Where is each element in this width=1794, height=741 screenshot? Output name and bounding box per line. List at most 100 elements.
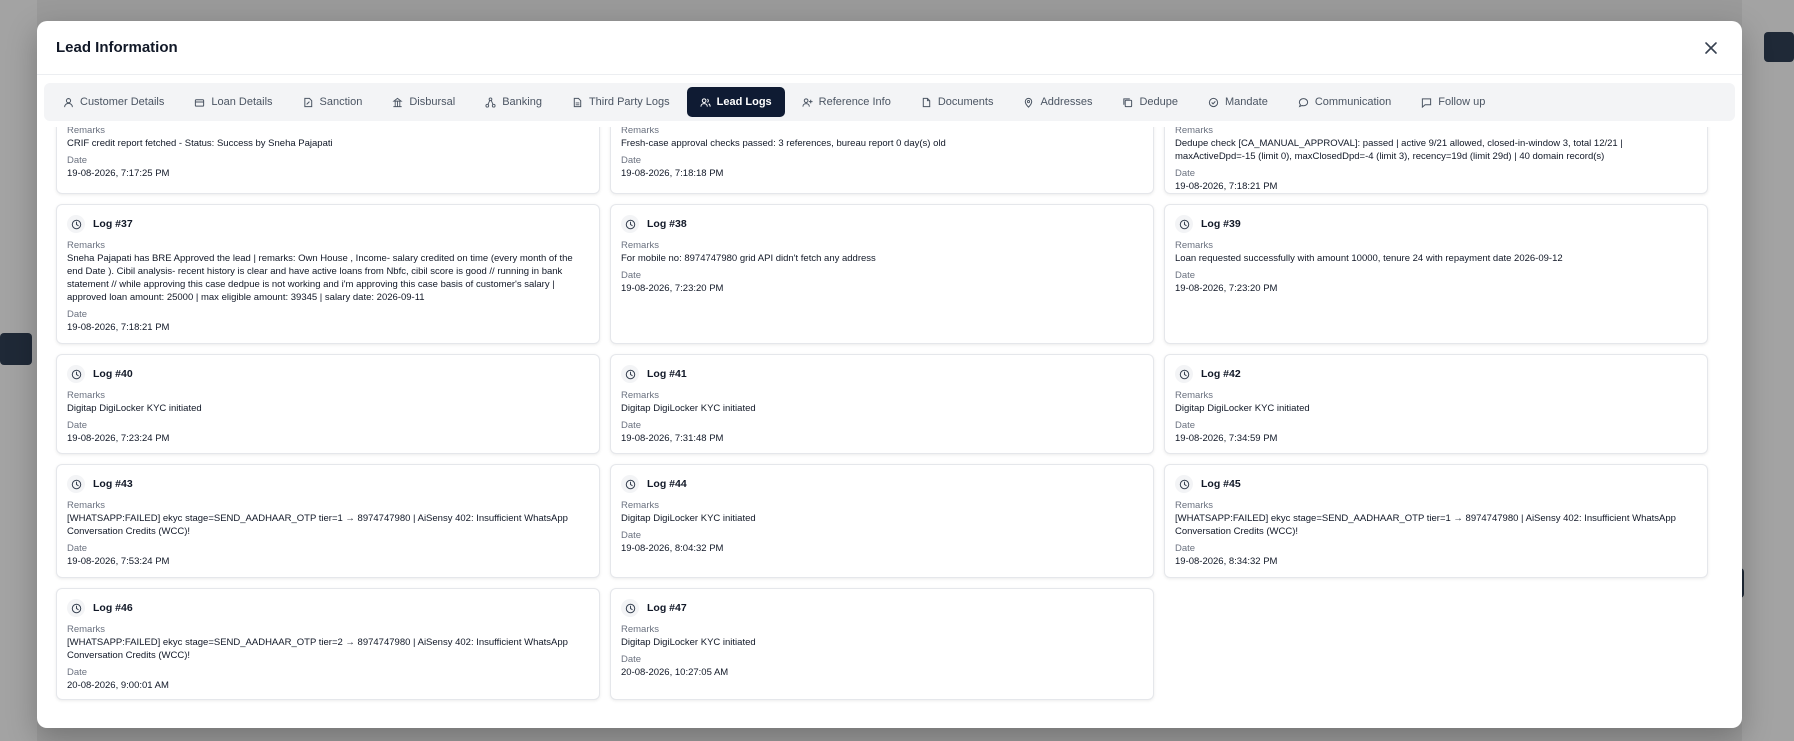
clock-badge: [621, 475, 639, 493]
tab-disbursal[interactable]: Disbursal: [379, 87, 468, 117]
log-header: Log #37: [67, 215, 589, 233]
tab-reference-info[interactable]: Reference Info: [789, 87, 904, 117]
backdrop-right: [1742, 0, 1794, 741]
copy-icon: [1123, 97, 1133, 107]
bank-card-icon: [195, 98, 205, 107]
log-card: Log #45 Remarks [WHATSAPP:FAILED] ekyc sta…: [1164, 464, 1708, 578]
clock-badge: [1175, 475, 1193, 493]
date-value: 19-08-2026, 7:23:20 PM: [621, 283, 724, 294]
log-card: Log #39 Remarks Loan requested successfull…: [1164, 204, 1708, 344]
log-card: Log #42 Remarks Digitap DigiLocker KYC ini…: [1164, 354, 1708, 454]
tab-customer-details[interactable]: Customer Details: [50, 87, 177, 117]
date-label: Date: [67, 543, 88, 554]
clock-badge: [67, 215, 85, 233]
remarks-label: Remarks: [67, 240, 106, 251]
backdrop-dark-button: [0, 333, 32, 365]
tab-label: Loan Details: [211, 96, 273, 108]
log-card: Log #40 Remarks Digitap DigiLocker KYC ini…: [56, 354, 600, 454]
clock-icon: [625, 219, 635, 229]
tab-third-party-logs[interactable]: Third Party Logs: [559, 87, 683, 117]
tab-lead-logs[interactable]: Lead Logs: [686, 87, 785, 117]
clock-icon: [71, 369, 81, 379]
log-title: Log #39: [1201, 218, 1241, 230]
log-title: Log #46: [93, 602, 133, 614]
date-label: Date: [67, 309, 88, 320]
clock-badge: [621, 599, 639, 617]
date-value: 19-08-2026, 7:18:21 PM: [67, 322, 170, 333]
remarks-label: Remarks: [621, 240, 660, 251]
log-card: Log #47 Remarks Digitap DigiLocker KYC ini…: [610, 588, 1154, 700]
log-card: Remarks CRIF credit report fetched - Stat…: [56, 127, 600, 194]
remarks-label: Remarks: [67, 127, 106, 136]
log-header: Log #47: [621, 599, 1143, 617]
tab-dedupe[interactable]: Dedupe: [1109, 87, 1191, 117]
date-value: 19-08-2026, 7:53:24 PM: [67, 556, 170, 567]
tab-documents[interactable]: Documents: [908, 87, 1007, 117]
log-header: Log #40: [67, 365, 589, 383]
date-label: Date: [1175, 420, 1196, 431]
tab-addresses[interactable]: Addresses: [1010, 87, 1105, 117]
clock-icon: [71, 219, 81, 229]
clock-icon: [625, 369, 635, 379]
log-grid: Remarks CRIF credit report fetched - Stat…: [56, 127, 1708, 700]
date-label: Date: [621, 654, 642, 665]
remarks-label: Remarks: [67, 624, 106, 635]
clock-icon: [71, 479, 81, 489]
date-label: Date: [1175, 543, 1196, 554]
tab-follow-up[interactable]: Follow up: [1408, 87, 1498, 117]
log-title: Log #42: [1201, 368, 1241, 380]
date-value: 19-08-2026, 7:18:21 PM: [1175, 181, 1278, 192]
date-label: Date: [67, 667, 88, 678]
lead-logs-panel[interactable]: Remarks CRIF credit report fetched - Stat…: [37, 127, 1742, 728]
date-value: 19-08-2026, 7:23:20 PM: [1175, 283, 1278, 294]
remarks-value: [WHATSAPP:FAILED] ekyc stage=SEND_AADHAA…: [1175, 513, 1676, 537]
close-icon: [1705, 41, 1717, 54]
remarks-value: For mobile no: 8974747980 grid API didn'…: [621, 253, 876, 264]
clock-icon: [1179, 219, 1189, 229]
log-header: Log #41: [621, 365, 1143, 383]
log-header: Log #45: [1175, 475, 1697, 493]
user-plus-icon: [802, 97, 813, 107]
clock-icon: [1179, 479, 1189, 489]
date-label: Date: [621, 155, 642, 166]
tab-sanction[interactable]: Sanction: [290, 87, 376, 117]
tab-communication[interactable]: Communication: [1285, 87, 1404, 117]
log-title: Log #40: [93, 368, 133, 380]
tab-mandate[interactable]: Mandate: [1195, 87, 1281, 117]
close-button[interactable]: [1699, 36, 1723, 60]
log-header: Log #44: [621, 475, 1143, 493]
date-value: 20-08-2026, 10:27:05 AM: [621, 667, 729, 678]
date-value: 19-08-2026, 8:04:32 PM: [621, 543, 724, 554]
lead-information-modal: Lead Information Customer Details Loan De…: [37, 21, 1742, 728]
date-label: Date: [621, 530, 642, 541]
log-title: Log #41: [647, 368, 687, 380]
tab-label: Sanction: [319, 96, 363, 108]
clock-badge: [67, 475, 85, 493]
tab-bar: Customer Details Loan Details Sanction Disb…: [44, 83, 1735, 121]
user-icon: [64, 97, 73, 107]
clock-icon: [71, 603, 81, 613]
date-value: 19-08-2026, 8:34:32 PM: [1175, 556, 1278, 567]
log-card: Log #41 Remarks Digitap DigiLocker KYC ini…: [610, 354, 1154, 454]
log-title: Log #37: [93, 218, 133, 230]
remarks-label: Remarks: [1175, 500, 1214, 511]
tab-banking[interactable]: Banking: [472, 87, 555, 117]
date-value: 19-08-2026, 7:17:25 PM: [67, 168, 170, 179]
edit-document-icon: [303, 97, 312, 107]
log-card: Log #38 Remarks For mobile no: 8974747980 …: [610, 204, 1154, 344]
backdrop-left: [0, 0, 37, 741]
remarks-value: Digitap DigiLocker KYC initiated: [67, 403, 202, 414]
chat-bubble-icon: [1298, 97, 1308, 107]
log-card: Log #37 Remarks Sneha Pajapati has BRE App…: [56, 204, 600, 344]
remarks-value: Dedupe check [CA_MANUAL_APPROVAL]: passe…: [1175, 138, 1623, 162]
log-card: Remarks Dedupe check [CA_MANUAL_APPROVAL]…: [1164, 127, 1708, 194]
tab-label: Dedupe: [1139, 96, 1178, 108]
tab-label: Follow up: [1438, 96, 1486, 108]
remarks-label: Remarks: [1175, 127, 1214, 136]
clock-badge: [1175, 365, 1193, 383]
log-header: Log #46: [67, 599, 589, 617]
log-card: Log #46 Remarks [WHATSAPP:FAILED] ekyc sta…: [56, 588, 600, 700]
remarks-label: Remarks: [67, 500, 106, 511]
tab-loan-details[interactable]: Loan Details: [181, 87, 285, 117]
clock-badge: [67, 599, 85, 617]
